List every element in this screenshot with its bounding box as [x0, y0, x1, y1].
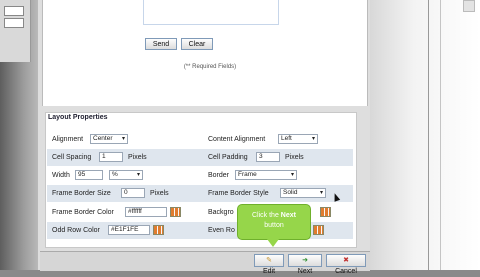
required-fields-note: (** Required Fields)	[183, 64, 237, 70]
frame-border-size-input[interactable]: 0	[121, 188, 145, 198]
tooltip-arrow	[267, 239, 279, 247]
tooltip-text-bold: Next	[280, 212, 296, 219]
background-tab	[4, 18, 24, 28]
background-window-right	[370, 0, 480, 270]
edit-label: Edit	[262, 268, 276, 275]
border-select[interactable]: Frame	[235, 170, 297, 180]
next-label: Next	[297, 268, 313, 275]
clear-button[interactable]: Clear	[181, 38, 213, 50]
content-alignment-label: Content Alignment	[208, 136, 266, 143]
background-color-label: Backgro	[208, 209, 234, 216]
content-alignment-select[interactable]: Left	[278, 134, 318, 144]
send-button[interactable]: Send	[145, 38, 177, 50]
edit-icon: ✎	[266, 257, 272, 264]
alignment-label: Alignment	[52, 136, 84, 143]
color-picker-icon[interactable]	[313, 225, 324, 235]
background-tab	[4, 6, 24, 16]
row-cell-spacing: Cell Spacing 1 Pixels Cell Padding 3 Pix…	[47, 149, 353, 166]
frame-border-color-input[interactable]: #ffffff	[125, 207, 167, 217]
width-input[interactable]: 95	[75, 170, 103, 180]
row-width: Width 95 % Border Frame	[47, 167, 353, 184]
odd-row-color-label: Odd Row Color	[52, 227, 100, 234]
tooltip-text-prefix: Click the	[252, 212, 281, 219]
color-picker-icon[interactable]	[153, 225, 164, 235]
width-unit-select[interactable]: %	[109, 170, 143, 180]
background-scroll-button	[463, 0, 475, 12]
background-divider	[428, 0, 429, 270]
background-window-left	[0, 0, 31, 62]
tutorial-tooltip: Click the Next button	[237, 204, 311, 240]
frame-border-color-label: Frame Border Color	[52, 209, 114, 216]
cancel-label: Cancel	[335, 268, 357, 275]
frame-border-style-select[interactable]: Solid	[280, 188, 326, 198]
frame-border-size-label: Frame Border Size	[52, 190, 111, 197]
cancel-icon: ✖	[343, 257, 349, 264]
row-frame-border-size: Frame Border Size 0 Pixels Frame Border …	[47, 185, 353, 202]
row-alignment: Alignment Center Content Alignment Left	[47, 131, 353, 148]
edit-button[interactable]: ✎ Edit	[254, 254, 284, 275]
background-divider	[440, 0, 441, 270]
next-arrow-icon: ➜	[302, 257, 308, 264]
cell-spacing-label: Cell Spacing	[52, 154, 92, 161]
even-row-color-label: Even Ro	[208, 227, 235, 234]
cell-spacing-unit: Pixels	[128, 154, 147, 161]
alignment-select[interactable]: Center	[90, 134, 128, 144]
panel-title: Layout Properties	[48, 114, 108, 121]
width-label: Width	[52, 172, 70, 179]
message-textarea[interactable]	[143, 0, 279, 25]
color-picker-icon[interactable]	[170, 207, 181, 217]
frame-border-style-label: Frame Border Style	[208, 190, 269, 197]
frame-border-size-unit: Pixels	[150, 190, 169, 197]
odd-row-color-input[interactable]: #E1F1FE	[108, 225, 150, 235]
color-picker-icon[interactable]	[320, 207, 331, 217]
next-button[interactable]: ➜ Next	[288, 254, 322, 275]
cancel-button[interactable]: ✖ Cancel	[326, 254, 366, 275]
border-label: Border	[208, 172, 230, 179]
cell-spacing-input[interactable]: 1	[99, 152, 123, 162]
cell-padding-label: Cell Padding	[208, 154, 248, 161]
cell-padding-unit: Pixels	[285, 154, 304, 161]
tooltip-text-line2: button	[264, 222, 284, 229]
cell-padding-input[interactable]: 3	[256, 152, 280, 162]
